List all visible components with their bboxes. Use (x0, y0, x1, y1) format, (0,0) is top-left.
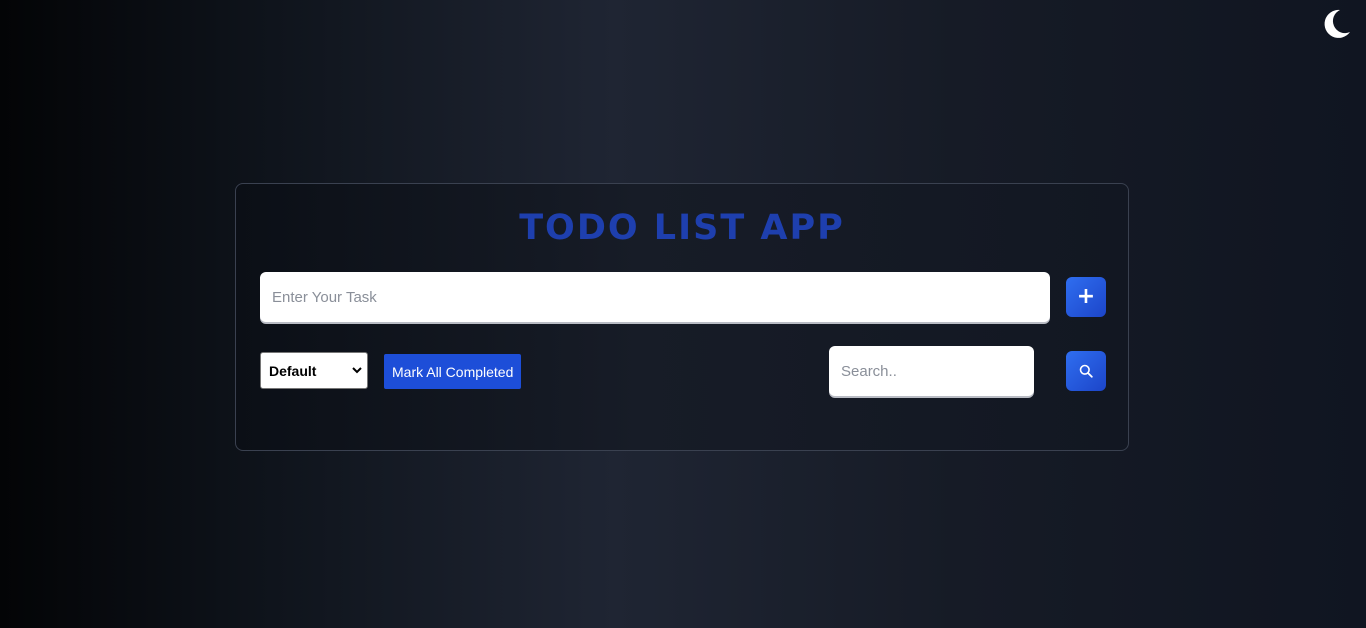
filter-select[interactable]: Default (260, 352, 368, 389)
mark-all-completed-button[interactable]: Mark All Completed (384, 354, 522, 389)
plus-icon: + (1076, 284, 1096, 309)
todo-card: TODO LIST APP + Default Mark All Complet… (235, 183, 1129, 451)
search-icon (1079, 364, 1093, 378)
theme-toggle-button[interactable] (1318, 6, 1354, 42)
moon-icon (1324, 9, 1350, 38)
search-input[interactable] (829, 346, 1034, 396)
search-button[interactable] (1066, 351, 1106, 391)
add-task-button[interactable]: + (1066, 277, 1106, 317)
page-title: TODO LIST APP (519, 208, 845, 248)
task-input[interactable] (260, 272, 1050, 322)
filter-select-wrapper: Default (260, 352, 368, 389)
